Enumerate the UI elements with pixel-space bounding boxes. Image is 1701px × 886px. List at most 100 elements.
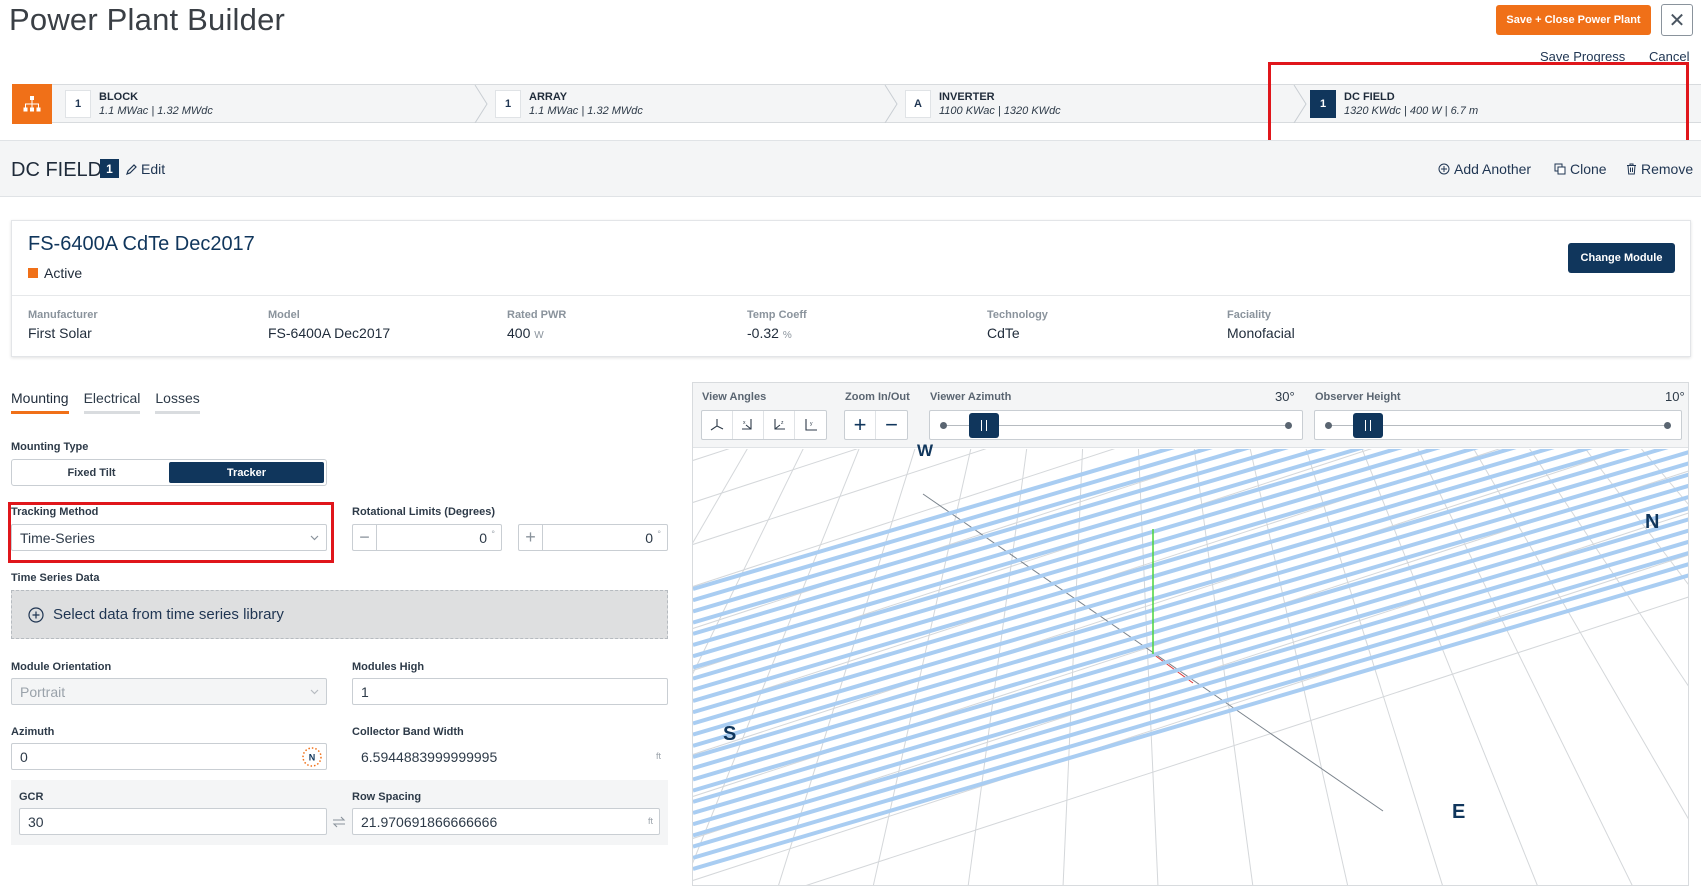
- view-angle-front-button[interactable]: x: [733, 411, 764, 439]
- row-spacing-label: Row Spacing: [352, 791, 422, 803]
- rotational-max-stepper[interactable]: + 0 °: [518, 524, 668, 551]
- axes-iso-icon: [710, 419, 724, 431]
- edit-button[interactable]: Edit: [126, 161, 165, 177]
- viewer-azimuth-handle[interactable]: [968, 413, 999, 438]
- tab-electrical[interactable]: Electrical: [83, 390, 141, 414]
- svg-text:z: z: [781, 420, 784, 426]
- row-spacing-value: 21.970691866666666: [361, 813, 498, 830]
- tracker-row: [693, 506, 1688, 804]
- module-card: FS-6400A CdTe Dec2017 Active Change Modu…: [11, 220, 1691, 357]
- gcr-input[interactable]: 30: [19, 808, 327, 835]
- module-field-model: Model FS-6400A Dec2017: [268, 309, 390, 341]
- save-close-button[interactable]: Save + Close Power Plant: [1496, 5, 1651, 35]
- module-orientation-label: Module Orientation: [11, 661, 112, 673]
- view-angle-side-button[interactable]: z: [764, 411, 795, 439]
- time-series-library-label: Select data from time series library: [53, 606, 284, 623]
- compass-south: S: [723, 723, 737, 745]
- module-field-manufacturer: Manufacturer First Solar: [28, 309, 98, 341]
- tab-losses[interactable]: Losses: [155, 390, 200, 414]
- module-field-technology: Technology CdTe: [987, 309, 1048, 341]
- breadcrumb-inverter[interactable]: A INVERTER 1100 KWac | 1320 KWdc: [897, 85, 1297, 122]
- field-unit: %: [782, 330, 792, 341]
- compass-north: N: [1645, 511, 1660, 533]
- remove-label: Remove: [1641, 161, 1694, 177]
- svg-text:y: y: [810, 421, 813, 427]
- chevron-down-icon: [310, 689, 319, 695]
- remove-button[interactable]: Remove: [1626, 161, 1693, 177]
- breadcrumb-badge: 1: [495, 90, 521, 118]
- tab-bar: Mounting Electrical Losses: [11, 390, 200, 414]
- plus-circle-icon: [28, 606, 44, 623]
- field-label: Faciality: [1227, 309, 1272, 321]
- minus-icon[interactable]: −: [353, 525, 377, 550]
- status-label: Active: [44, 265, 83, 281]
- compass-icon[interactable]: N: [301, 746, 323, 768]
- tracker-option[interactable]: Tracker: [169, 462, 324, 483]
- rotational-min-stepper[interactable]: − 0 °: [352, 524, 502, 551]
- plus-icon[interactable]: +: [519, 525, 543, 550]
- slider-max-dot: [1664, 422, 1671, 429]
- close-icon: ✕: [1668, 9, 1686, 32]
- tracker-row: [693, 562, 1688, 860]
- slider-min-dot: [1325, 422, 1332, 429]
- zoom-group: + −: [844, 410, 908, 440]
- modules-high-input[interactable]: 1: [352, 678, 668, 705]
- module-field-rated-pwr: Rated PWR 400 W: [507, 309, 566, 341]
- zoom-in-button[interactable]: +: [845, 411, 876, 439]
- breadcrumb-badge: A: [905, 90, 931, 118]
- tab-mounting[interactable]: Mounting: [11, 390, 69, 414]
- viewer-toolbar: View Angles x z y Zoom In/Out + − Viewer…: [693, 383, 1688, 448]
- tracking-method-value: Time-Series: [20, 529, 95, 546]
- view-angle-iso-button[interactable]: [702, 411, 733, 439]
- clone-label: Clone: [1570, 161, 1607, 177]
- close-button[interactable]: ✕: [1661, 4, 1693, 36]
- tracking-method-select[interactable]: Time-Series: [11, 524, 327, 551]
- breadcrumb-badge: 1: [65, 90, 91, 118]
- link-arrows-icon[interactable]: [332, 816, 346, 828]
- breadcrumb-subtitle: 1100 KWac | 1320 KWdc: [939, 105, 1061, 117]
- collector-band-label: Collector Band Width: [352, 726, 464, 738]
- observer-height-slider[interactable]: [1314, 410, 1682, 440]
- rotational-max-value: 0: [645, 529, 653, 546]
- view-angles-label: View Angles: [702, 391, 767, 403]
- viewer-azimuth-slider[interactable]: [929, 410, 1303, 440]
- breadcrumb-title: BLOCK: [99, 91, 139, 103]
- add-another-label: Add Another: [1454, 161, 1532, 177]
- status-square-icon: [28, 268, 38, 278]
- change-module-button[interactable]: Change Module: [1568, 243, 1675, 273]
- slider-max-dot: [1285, 422, 1292, 429]
- compass-west: W: [917, 441, 934, 460]
- time-series-library-button[interactable]: Select data from time series library: [11, 590, 668, 639]
- degree-unit: °: [657, 529, 661, 539]
- field-label: Manufacturer: [28, 309, 98, 321]
- module-orientation-select[interactable]: Portrait: [11, 678, 327, 705]
- observer-height-handle[interactable]: [1353, 413, 1384, 438]
- row-spacing-input[interactable]: 21.970691866666666 ft: [352, 808, 660, 835]
- clone-button[interactable]: Clone: [1554, 161, 1607, 177]
- tracker-row: [693, 528, 1688, 827]
- fixed-tilt-option[interactable]: Fixed Tilt: [14, 462, 169, 483]
- field-value: FS-6400A Dec2017: [268, 325, 391, 341]
- modules-high-label: Modules High: [352, 661, 425, 673]
- breadcrumb-array[interactable]: 1 ARRAY 1.1 MWac | 1.32 MWdc: [487, 85, 887, 122]
- breadcrumb-title: ARRAY: [529, 91, 568, 103]
- divider: [12, 295, 1690, 296]
- zoom-out-button[interactable]: −: [876, 411, 907, 439]
- view-angle-top-button[interactable]: y: [795, 411, 826, 439]
- field-label: Model: [268, 309, 300, 321]
- mounting-type-toggle: Fixed Tilt Tracker: [11, 459, 327, 486]
- field-label: Rated PWR: [507, 309, 567, 321]
- degree-unit: °: [491, 529, 495, 539]
- rotational-limits-label: Rotational Limits (Degrees): [352, 506, 496, 518]
- 3d-viewer[interactable]: View Angles x z y Zoom In/Out + − Viewer…: [692, 382, 1689, 886]
- chevron-down-icon: [310, 535, 319, 541]
- azimuth-input[interactable]: 0 N: [11, 743, 327, 770]
- add-another-button[interactable]: Add Another: [1438, 161, 1531, 177]
- field-value: Monofacial: [1227, 325, 1295, 341]
- highlight-box: [1268, 62, 1689, 143]
- breadcrumb-subtitle: 1.1 MWac | 1.32 MWdc: [99, 105, 213, 117]
- breadcrumb-block[interactable]: 1 BLOCK 1.1 MWac | 1.32 MWdc: [57, 85, 477, 122]
- tracking-method-label: Tracking Method: [11, 506, 99, 518]
- clone-icon: [1554, 163, 1566, 175]
- trash-icon: [1627, 163, 1636, 175]
